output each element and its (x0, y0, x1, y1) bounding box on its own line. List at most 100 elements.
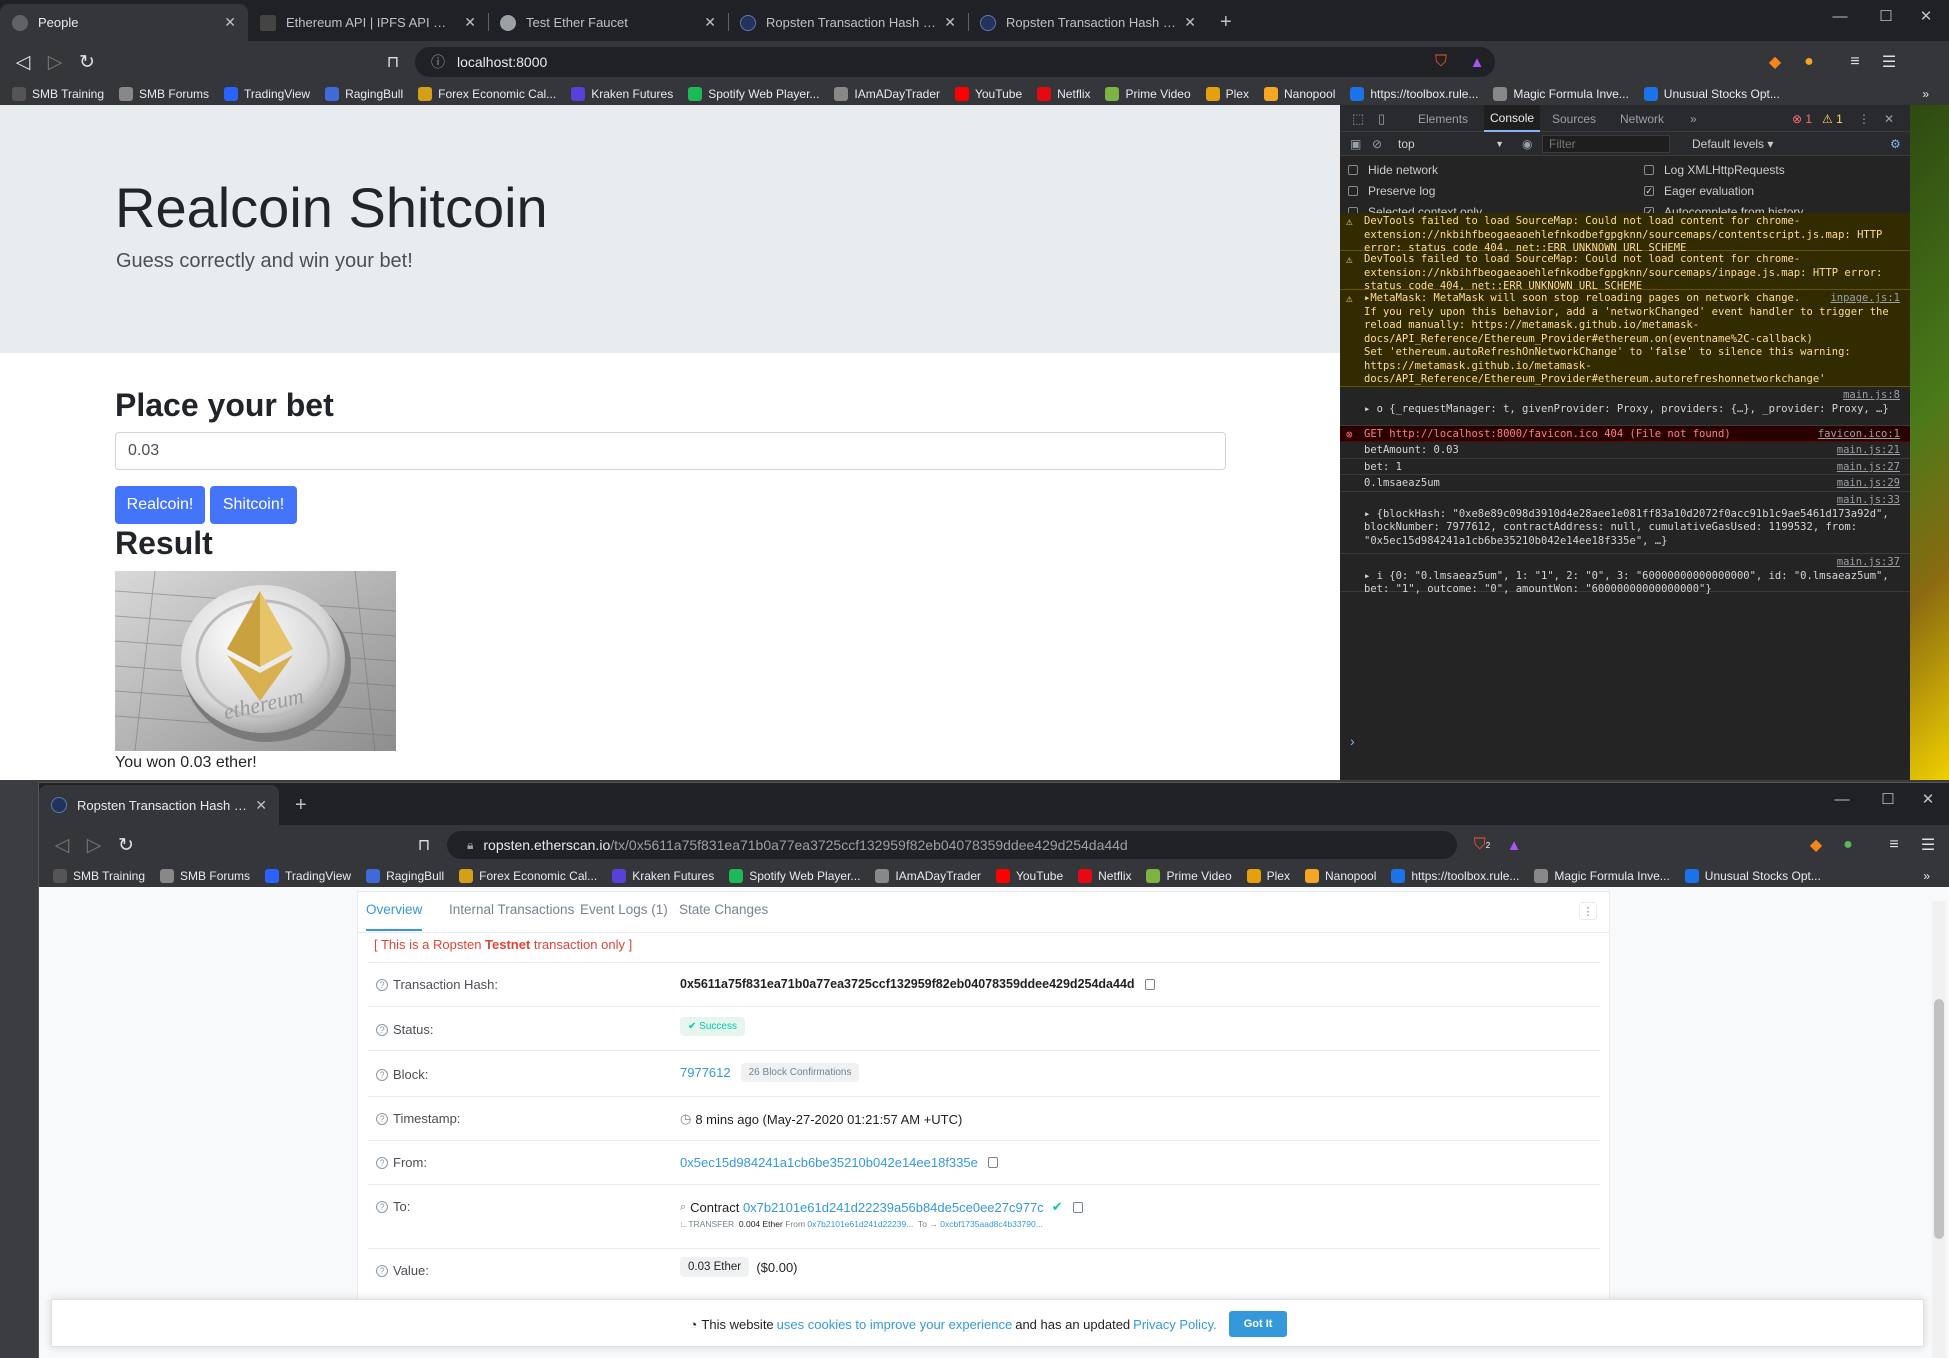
close-icon[interactable]: ✕ (944, 14, 956, 31)
tab-faucet[interactable]: Test Ether Faucet ✕ (488, 4, 728, 41)
warning-count[interactable]: ⚠ 1 (1816, 105, 1849, 132)
bookmark-2[interactable]: TradingView (224, 87, 310, 101)
checkbox-icon[interactable] (1348, 165, 1358, 175)
setting-settings_right-1[interactable]: ✓ Eager evaluation (1644, 184, 1754, 198)
from-address-link[interactable]: 0x5ec15d984241a1cb6be35210b042e14ee18f33… (680, 1155, 978, 1170)
console-source-link[interactable]: main.js:37 (1837, 556, 1900, 570)
console-settings-icon[interactable]: ⚙ (1884, 132, 1907, 156)
bookmark-3[interactable]: RagingBull (366, 869, 444, 883)
console-source-link[interactable]: main.js:33 (1837, 494, 1900, 508)
address-bar-2[interactable]: 🔒︎ ropsten.etherscan.io/tx/0x5611a75f831… (447, 831, 1457, 859)
checkbox-icon[interactable]: ✓ (1644, 186, 1654, 196)
realcoin-button[interactable]: Realcoin! (115, 486, 205, 524)
metamask-icon[interactable]: ◆ (1803, 832, 1829, 858)
tab-internal-transactions[interactable]: Internal Transactions (449, 902, 574, 929)
tab-ropsten-etherscan[interactable]: Ropsten Transaction Hash (Txhash) ✕ (39, 785, 279, 825)
eye-icon[interactable]: ◉ (1516, 132, 1538, 156)
bookmark-5[interactable]: Kraken Futures (571, 87, 673, 101)
bookmark-3[interactable]: RagingBull (325, 87, 403, 101)
bookmark-10[interactable]: Prime Video (1105, 87, 1191, 101)
clear-console-icon[interactable]: ⊘ (1366, 132, 1388, 156)
bookmark-14[interactable]: Magic Formula Inve... (1493, 87, 1629, 101)
playlist-icon[interactable]: ≡ (1842, 49, 1868, 75)
bookmark-7[interactable]: IAmADayTrader (875, 869, 981, 883)
bookmark-2[interactable]: TradingView (265, 869, 351, 883)
metamask-icon[interactable]: ◆ (1762, 49, 1788, 75)
minimize-icon[interactable]: — (1819, 783, 1865, 815)
more-bookmarks-icon[interactable]: » (1923, 869, 1930, 883)
copy-icon[interactable] (987, 1157, 998, 1168)
error-count[interactable]: ⊗ 1 (1786, 105, 1818, 132)
got-it-button[interactable]: Got It (1228, 1311, 1288, 1337)
forward-icon[interactable]: ▷ (81, 832, 107, 858)
new-tab-button[interactable]: + (1208, 4, 1248, 41)
bookmark-15[interactable]: Unusual Stocks Opt... (1684, 869, 1821, 883)
context-select[interactable]: top ▼ (1392, 132, 1510, 156)
setting-settings_left-1[interactable]: Preserve log (1348, 184, 1435, 198)
device-toolbar-icon[interactable]: ▯ (1372, 105, 1391, 132)
scrollbar-thumb[interactable] (1934, 999, 1944, 1239)
close-window-icon[interactable]: ✕ (1905, 783, 1949, 815)
bookmark-1[interactable]: SMB Forums (119, 87, 209, 101)
shitcoin-button[interactable]: Shitcoin! (210, 486, 297, 524)
console-prompt[interactable]: › (1350, 733, 1355, 749)
close-icon[interactable]: ✕ (224, 14, 236, 31)
log-levels-select[interactable]: Default levels ▾ (1686, 132, 1779, 156)
menu-icon[interactable]: ☰ (1915, 832, 1941, 858)
tab-ropsten-1[interactable]: Ropsten Transaction Hash (Txhash) ✕ (728, 4, 968, 41)
playlist-icon[interactable]: ≡ (1881, 832, 1907, 858)
bookmark-11[interactable]: Plex (1246, 869, 1290, 883)
bookmark-9[interactable]: Netflix (1037, 87, 1090, 101)
close-window-icon[interactable]: ✕ (1903, 0, 1949, 32)
bookmark-14[interactable]: Magic Formula Inve... (1534, 869, 1670, 883)
bookmark-icon[interactable]: ⊓ (380, 49, 406, 75)
close-devtools-icon[interactable]: ✕ (1878, 105, 1900, 132)
extension-icon[interactable]: ● (1835, 832, 1861, 858)
to-contract-link[interactable]: 0x7b2101e61d241d22239a56b84de5ce0ee27c97… (743, 1200, 1044, 1215)
sidebar-toggle-icon[interactable]: ▣ (1344, 132, 1367, 156)
bookmark-icon[interactable]: ⊓ (411, 832, 437, 858)
bookmark-11[interactable]: Plex (1205, 87, 1249, 101)
console-source-link[interactable]: main.js:21 (1837, 444, 1900, 458)
tab-sources[interactable]: Sources (1546, 105, 1602, 132)
new-tab-button[interactable]: + (283, 785, 323, 825)
more-options-icon[interactable]: ⋮ (1579, 902, 1597, 920)
reload-icon[interactable]: ↻ (113, 832, 139, 858)
bookmark-10[interactable]: Prime Video (1146, 869, 1232, 883)
copy-icon[interactable] (1144, 978, 1155, 990)
brave-shields-icon[interactable]: ⛉ (1428, 49, 1454, 75)
tab-ropsten-2[interactable]: Ropsten Transaction Hash (Txhash) ✕ (968, 4, 1208, 41)
privacy-policy-link[interactable]: Privacy Policy. (1133, 1317, 1217, 1332)
bookmark-7[interactable]: IAmADayTrader (834, 87, 940, 101)
inspect-icon[interactable]: ⬚ (1346, 105, 1370, 132)
tab-console[interactable]: Console (1484, 105, 1541, 132)
console-source-link[interactable]: inpage.js:1 (1830, 292, 1900, 306)
kebab-icon[interactable]: ⋮ (1852, 105, 1876, 132)
reload-icon[interactable]: ↻ (74, 49, 100, 75)
minimize-icon[interactable]: — (1817, 0, 1863, 32)
tab-network[interactable]: Network (1614, 105, 1670, 132)
tab-state-changes[interactable]: State Changes (679, 902, 768, 929)
bookmark-13[interactable]: https://toolbox.rule... (1350, 87, 1478, 101)
back-icon[interactable]: ◁ (10, 49, 36, 75)
bookmark-4[interactable]: Forex Economic Cal... (418, 87, 556, 101)
bookmark-15[interactable]: Unusual Stocks Opt... (1643, 87, 1780, 101)
block-number-link[interactable]: 7977612 (680, 1065, 731, 1080)
close-icon[interactable]: ✕ (255, 797, 267, 814)
tab-event-logs[interactable]: Event Logs (1) (580, 902, 668, 929)
back-icon[interactable]: ◁ (49, 832, 75, 858)
checkbox-icon[interactable] (1644, 165, 1654, 175)
bookmark-1[interactable]: SMB Forums (160, 869, 250, 883)
extension-icon[interactable]: ● (1796, 49, 1822, 75)
bookmark-9[interactable]: Netflix (1078, 869, 1131, 883)
bookmark-0[interactable]: SMB Training (53, 869, 145, 883)
more-tabs-icon[interactable]: » (1684, 105, 1703, 132)
console-filter-input[interactable]: Filter (1542, 135, 1670, 153)
cookies-link[interactable]: uses cookies to improve your experience (777, 1317, 1013, 1332)
bookmark-6[interactable]: Spotify Web Player... (729, 869, 860, 883)
checkbox-icon[interactable] (1348, 186, 1358, 196)
copy-icon[interactable] (1072, 1201, 1083, 1213)
bookmark-5[interactable]: Kraken Futures (612, 869, 714, 883)
brave-rewards-icon[interactable]: ▲ (1501, 832, 1527, 858)
close-icon[interactable]: ✕ (464, 14, 476, 31)
